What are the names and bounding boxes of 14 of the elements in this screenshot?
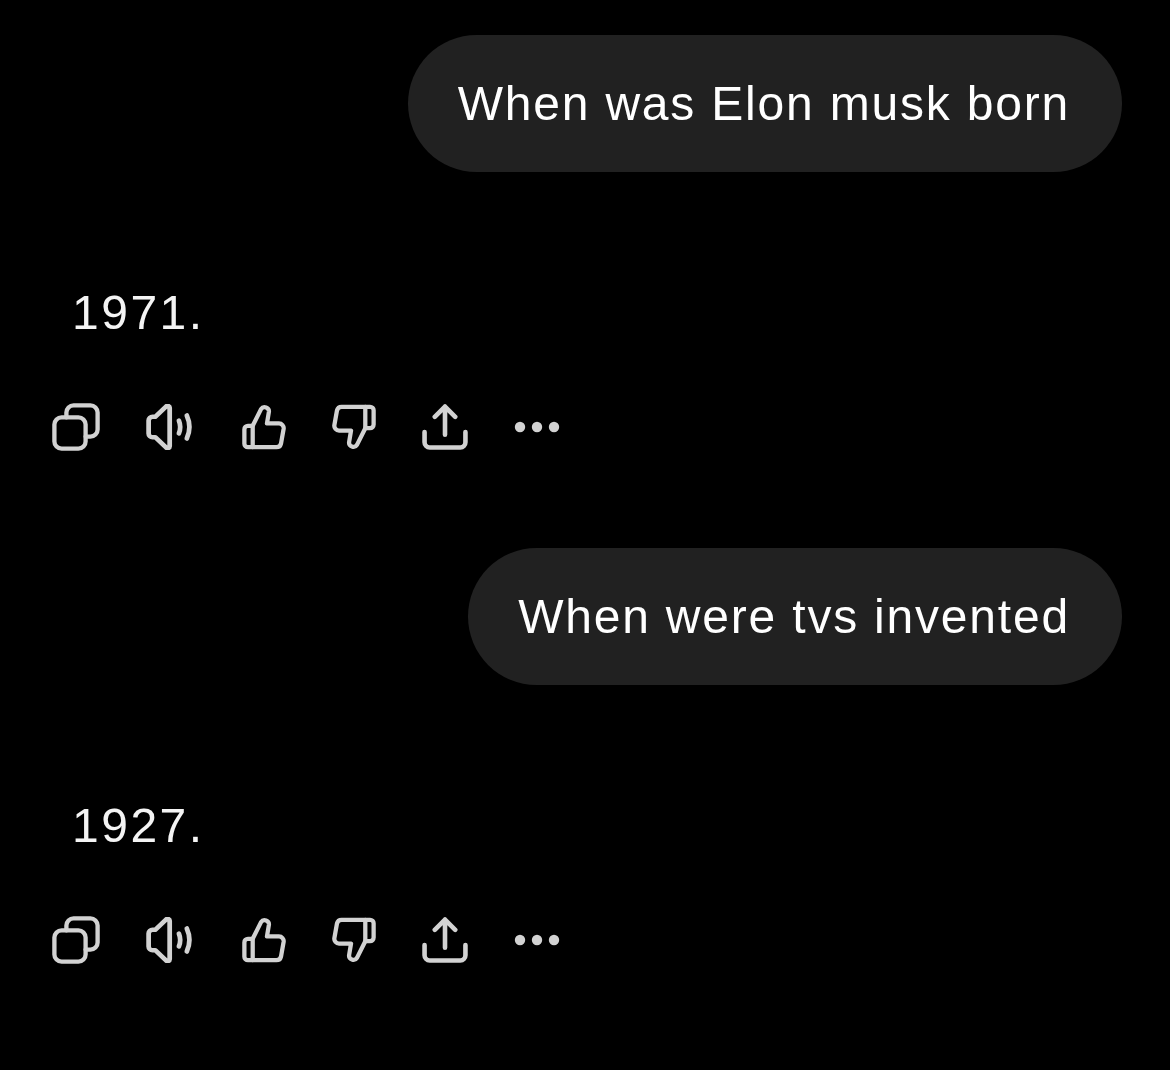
copy-icon[interactable] — [52, 403, 100, 451]
ellipsis-icon[interactable] — [514, 421, 560, 433]
reply-text: 1927. — [72, 798, 205, 854]
thumbs-down-icon[interactable] — [332, 917, 376, 963]
upload-icon[interactable] — [422, 404, 468, 450]
ellipsis-icon[interactable] — [514, 934, 560, 946]
reply-text: 1971. — [72, 285, 205, 341]
message-bubble: When was Elon musk born — [407, 35, 1122, 172]
thumbs-down-icon[interactable] — [332, 404, 376, 450]
copy-icon[interactable] — [52, 916, 100, 964]
upload-icon[interactable] — [422, 917, 468, 963]
message-bubble: When were tvs invented — [468, 548, 1122, 685]
thumbs-up-icon[interactable] — [242, 404, 286, 450]
thumbs-up-icon[interactable] — [242, 917, 286, 963]
